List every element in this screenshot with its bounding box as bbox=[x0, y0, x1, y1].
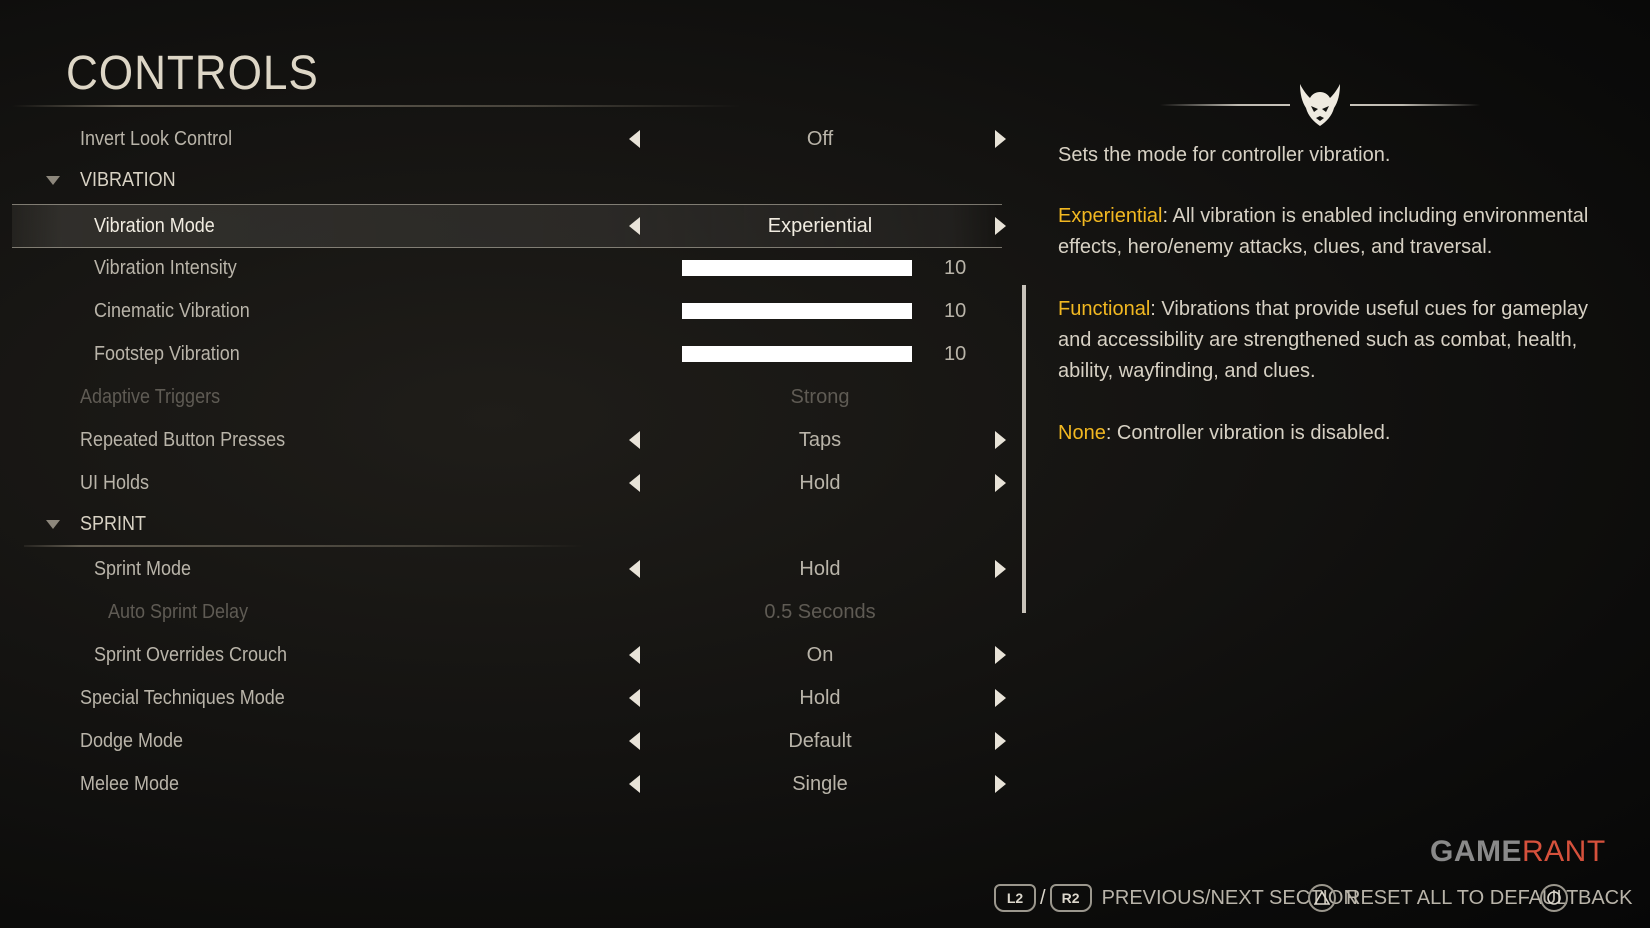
chevron-right-icon[interactable] bbox=[995, 474, 1006, 492]
setting-vibration-intensity[interactable]: Vibration Intensity 10 bbox=[12, 248, 1002, 288]
setting-label: Sprint Mode bbox=[94, 557, 192, 580]
setting-label: Sprint Overrides Crouch bbox=[94, 643, 288, 666]
setting-label: Invert Look Control bbox=[80, 127, 233, 150]
setting-adaptive-triggers: Adaptive Triggers Strong bbox=[12, 377, 1002, 417]
section-vibration[interactable]: VIBRATION bbox=[12, 160, 1002, 200]
setting-sprint-mode[interactable]: Sprint Mode Hold bbox=[12, 549, 1006, 589]
chevron-right-icon[interactable] bbox=[995, 775, 1006, 793]
slider-fill bbox=[682, 260, 912, 276]
setting-vibration-mode[interactable]: Vibration Mode Experiential bbox=[12, 204, 1006, 248]
chevron-right-icon[interactable] bbox=[995, 732, 1006, 750]
cinematic-slider[interactable] bbox=[682, 303, 912, 319]
setting-label: Cinematic Vibration bbox=[94, 299, 250, 322]
setting-ui-holds[interactable]: UI Holds Hold bbox=[12, 463, 1006, 503]
section-label: VIBRATION bbox=[80, 168, 176, 191]
chevron-left-icon[interactable] bbox=[629, 560, 640, 578]
setting-value: Hold bbox=[799, 686, 841, 709]
horned-mask-icon bbox=[1300, 84, 1340, 126]
setting-invert-look[interactable]: Invert Look Control Off bbox=[12, 119, 1006, 159]
section-sprint[interactable]: SPRINT bbox=[12, 504, 1002, 547]
setting-value: On bbox=[806, 643, 834, 666]
l2-button-icon: L2 bbox=[994, 884, 1036, 912]
chevron-right-icon[interactable] bbox=[995, 217, 1006, 235]
circle-button-icon bbox=[1540, 884, 1568, 912]
emblem-divider-right bbox=[1350, 104, 1480, 106]
chevron-left-icon[interactable] bbox=[629, 775, 640, 793]
setting-value: 0.5 Seconds bbox=[764, 600, 876, 623]
logo-game: GAME bbox=[1430, 835, 1522, 868]
caret-down-icon bbox=[46, 520, 60, 529]
term-text: : Controller vibration is disabled. bbox=[1105, 422, 1391, 444]
chevron-left-icon[interactable] bbox=[629, 431, 640, 449]
term-none: None bbox=[1058, 422, 1106, 444]
prompt-prev-next-section[interactable]: L2 / R2 PREVIOUS/NEXT SECTION bbox=[994, 882, 1358, 914]
setting-value: Experiential bbox=[767, 214, 873, 237]
section-label: SPRINT bbox=[80, 512, 147, 535]
gamerant-logo: GAMERANT bbox=[1430, 835, 1606, 869]
slider-value: 10 bbox=[944, 256, 967, 279]
setting-label: Dodge Mode bbox=[80, 729, 184, 752]
setting-value: Hold bbox=[799, 557, 841, 580]
setting-label: UI Holds bbox=[80, 471, 150, 494]
description-none: None: Controller vibration is disabled. bbox=[1058, 418, 1598, 449]
setting-cinematic-vibration[interactable]: Cinematic Vibration 10 bbox=[12, 291, 1002, 331]
setting-value: Strong bbox=[790, 385, 850, 408]
prompt-back[interactable]: BACK bbox=[1540, 882, 1632, 914]
setting-label: Special Techniques Mode bbox=[80, 686, 285, 709]
scrollbar[interactable] bbox=[1022, 285, 1026, 613]
term-experiential: Experiential bbox=[1058, 205, 1163, 227]
setting-label: Auto Sprint Delay bbox=[108, 600, 249, 623]
setting-label: Repeated Button Presses bbox=[80, 428, 286, 451]
title-divider bbox=[12, 105, 742, 107]
intensity-slider[interactable] bbox=[682, 260, 912, 276]
setting-label: Melee Mode bbox=[80, 772, 180, 795]
slider-value: 10 bbox=[944, 342, 967, 365]
setting-value: Taps bbox=[798, 428, 842, 451]
slider-fill bbox=[682, 346, 912, 362]
setting-label: Footstep Vibration bbox=[94, 342, 240, 365]
chevron-left-icon[interactable] bbox=[629, 130, 640, 148]
description-functional: Functional: Vibrations that provide usef… bbox=[1058, 294, 1598, 387]
prompt-label: BACK bbox=[1578, 886, 1633, 909]
term-functional: Functional bbox=[1058, 298, 1151, 320]
chevron-right-icon[interactable] bbox=[995, 130, 1006, 148]
chevron-right-icon[interactable] bbox=[995, 689, 1006, 707]
prompt-reset-all[interactable]: RESET ALL TO DEFAULT bbox=[1308, 882, 1578, 914]
r2-button-icon: R2 bbox=[1049, 884, 1092, 912]
slider-value: 10 bbox=[944, 299, 967, 322]
triangle-button-icon bbox=[1308, 884, 1336, 912]
setting-label: Vibration Mode bbox=[94, 214, 215, 237]
setting-dodge-mode[interactable]: Dodge Mode Default bbox=[12, 721, 1006, 761]
setting-label: Adaptive Triggers bbox=[80, 385, 221, 408]
setting-special-techniques-mode[interactable]: Special Techniques Mode Hold bbox=[12, 678, 1006, 718]
emblem-divider-left bbox=[1160, 104, 1290, 106]
description-experiential: Experiential: All vibration is enabled i… bbox=[1058, 201, 1598, 263]
chevron-right-icon[interactable] bbox=[995, 646, 1006, 664]
slash: / bbox=[1040, 886, 1046, 909]
setting-footstep-vibration[interactable]: Footstep Vibration 10 bbox=[12, 334, 1002, 374]
setting-value: Single bbox=[792, 772, 848, 795]
description-intro: Sets the mode for controller vibration. bbox=[1058, 144, 1391, 166]
page-title: CONTROLS bbox=[66, 47, 319, 100]
slider-fill bbox=[682, 303, 912, 319]
setting-value: Hold bbox=[799, 471, 841, 494]
chevron-left-icon[interactable] bbox=[629, 732, 640, 750]
setting-label: Vibration Intensity bbox=[94, 256, 237, 279]
setting-auto-sprint-delay: Auto Sprint Delay 0.5 Seconds bbox=[12, 592, 1002, 632]
setting-sprint-overrides-crouch[interactable]: Sprint Overrides Crouch On bbox=[12, 635, 1006, 675]
footstep-slider[interactable] bbox=[682, 346, 912, 362]
logo-rant: RANT bbox=[1522, 835, 1606, 868]
setting-melee-mode[interactable]: Melee Mode Single bbox=[12, 764, 1006, 804]
setting-value: Off bbox=[806, 127, 834, 150]
chevron-right-icon[interactable] bbox=[995, 560, 1006, 578]
chevron-left-icon[interactable] bbox=[629, 474, 640, 492]
caret-down-icon bbox=[46, 176, 60, 185]
chevron-left-icon[interactable] bbox=[629, 646, 640, 664]
setting-repeated-button-presses[interactable]: Repeated Button Presses Taps bbox=[12, 420, 1006, 460]
setting-value: Default bbox=[788, 729, 852, 752]
section-divider bbox=[24, 545, 584, 547]
chevron-left-icon[interactable] bbox=[629, 217, 640, 235]
chevron-left-icon[interactable] bbox=[629, 689, 640, 707]
chevron-right-icon[interactable] bbox=[995, 431, 1006, 449]
